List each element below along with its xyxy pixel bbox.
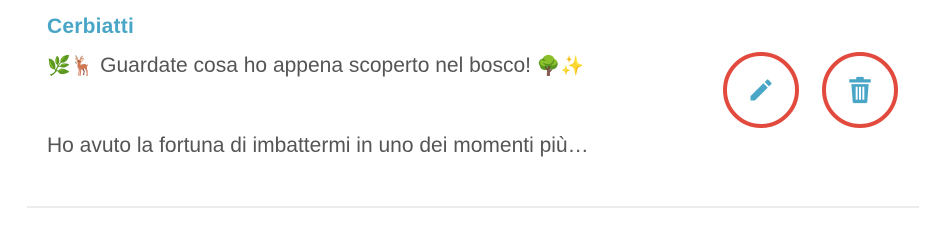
edit-button[interactable] [723,52,799,128]
post-preview-text: Guardate cosa ho appena scoperto nel bos… [94,54,537,77]
post-preview-line-2: Ho avuto la fortuna di imbattermi in uno… [47,134,589,157]
post-card[interactable]: Cerbiatti 🌿🦌 Guardate cosa ho appena sco… [0,0,934,213]
leaf-deer-emoji: 🌿🦌 [47,55,95,77]
post-title[interactable]: Cerbiatti [47,15,134,39]
trash-icon [849,76,871,104]
tree-sparkles-emoji: 🌳✨ [536,55,585,77]
post-preview-line-1: 🌿🦌 Guardate cosa ho appena scoperto nel … [47,54,584,78]
row-divider [27,206,919,208]
delete-button[interactable] [822,52,898,128]
pencil-icon [750,79,772,101]
